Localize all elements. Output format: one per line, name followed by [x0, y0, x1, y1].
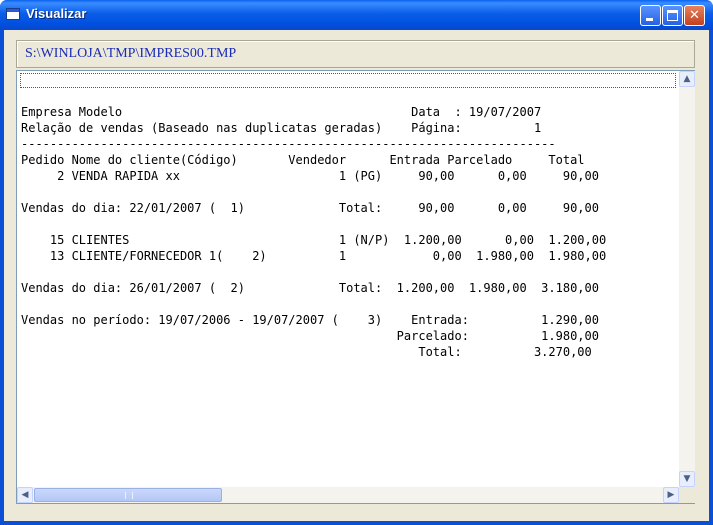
close-button[interactable]: ✕	[684, 5, 705, 26]
visualizar-window: Visualizar ✕ S:\WINLOJA\TMP\IMPRES00.TMP…	[0, 0, 713, 525]
file-path-label: S:\WINLOJA\TMP\IMPRES00.TMP	[25, 46, 237, 61]
report-line: 13 CLIENTE/FORNECEDOR 1( 2) 1 0,00 1.980…	[21, 249, 607, 263]
report-line: Pedido Nome do cliente(Código) Vendedor …	[21, 153, 585, 167]
horizontal-scrollbar[interactable]: ◀ ▶	[17, 487, 679, 503]
report-line	[21, 184, 671, 200]
minimize-icon	[646, 18, 653, 21]
chevron-up-icon: ▲	[683, 74, 691, 84]
window-app-icon[interactable]	[6, 8, 20, 20]
chevron-down-icon: ▼	[683, 474, 691, 484]
maximize-button[interactable]	[662, 5, 683, 26]
maximize-icon	[667, 10, 678, 21]
window-client-area: S:\WINLOJA\TMP\IMPRES00.TMP Empresa Mode…	[4, 30, 709, 521]
horizontal-scroll-thumb[interactable]	[34, 488, 222, 502]
scroll-grip-icon	[125, 492, 133, 499]
report-line: Vendas do dia: 26/01/2007 ( 2) Total: 1.…	[21, 281, 599, 295]
chevron-right-icon: ▶	[667, 490, 675, 500]
report-line: Relação de vendas (Baseado nas duplicata…	[21, 121, 542, 135]
report-line	[21, 216, 671, 232]
report-first-line-focus[interactable]	[20, 73, 676, 88]
report-line: Parcelado: 1.980,00	[21, 329, 599, 343]
report-line: Vendas do dia: 22/01/2007 ( 1) Total: 90…	[21, 201, 599, 215]
scroll-up-button[interactable]: ▲	[679, 71, 695, 87]
window-title: Visualizar	[26, 6, 87, 21]
close-icon: ✕	[689, 8, 700, 23]
report-line	[21, 296, 671, 312]
vertical-scrollbar[interactable]: ▲ ▼	[679, 71, 695, 487]
scrollbar-corner	[679, 487, 695, 503]
report-line: ----------------------------------------…	[21, 137, 556, 151]
report-line	[21, 264, 671, 280]
report-line: 2 VENDA RAPIDA xx 1 (PG) 90,00 0,00 90,0…	[21, 169, 599, 183]
chevron-left-icon: ◀	[21, 490, 29, 500]
report-line: Empresa Modelo Data : 19/07/2007	[21, 105, 542, 119]
scroll-down-button[interactable]: ▼	[679, 471, 695, 487]
report-viewer[interactable]: Empresa Modelo Data : 19/07/2007 Relação …	[16, 70, 695, 504]
report-line: Total: 3.270,00	[21, 345, 592, 359]
file-path-panel: S:\WINLOJA\TMP\IMPRES00.TMP	[16, 40, 695, 68]
scroll-right-button[interactable]: ▶	[663, 487, 679, 503]
report-line: Vendas no período: 19/07/2006 - 19/07/20…	[21, 313, 599, 327]
title-bar[interactable]: Visualizar ✕	[0, 0, 713, 30]
report-text[interactable]: Empresa Modelo Data : 19/07/2007 Relação …	[21, 104, 671, 360]
report-line: 15 CLIENTES 1 (N/P) 1.200,00 0,00 1.200,…	[21, 233, 607, 247]
scroll-left-button[interactable]: ◀	[17, 487, 33, 503]
minimize-button[interactable]	[640, 5, 661, 26]
